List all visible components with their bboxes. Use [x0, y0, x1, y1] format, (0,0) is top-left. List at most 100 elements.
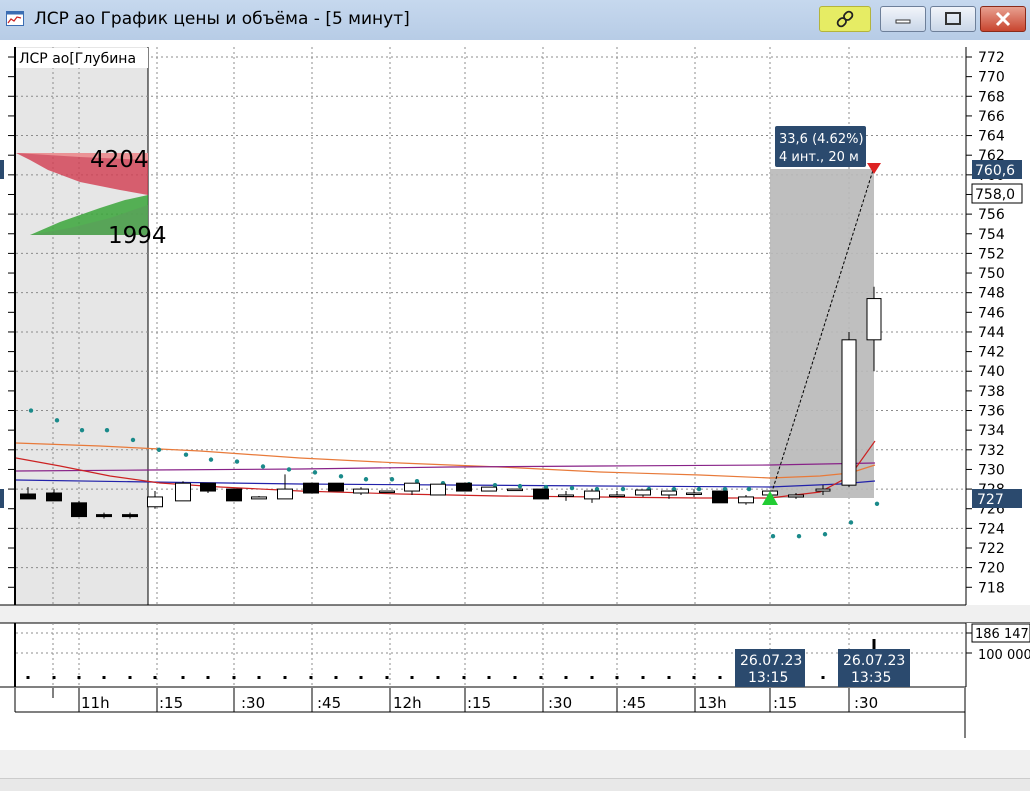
volume-bar: [821, 676, 825, 679]
sar-dot: [389, 477, 395, 482]
left-level-marker: [0, 489, 4, 508]
candle-up: [507, 488, 523, 492]
candle-up: [353, 488, 369, 494]
price-tick-label: 756: [978, 207, 1005, 223]
candle-up: [481, 486, 497, 492]
time-tick-label: 12h: [393, 694, 422, 712]
panel-splitter[interactable]: [0, 605, 1030, 623]
candle-down: [303, 482, 319, 494]
time-tick-label: :30: [548, 694, 572, 712]
price-tick-label: 766: [978, 109, 1005, 125]
volume-bar: [436, 676, 440, 679]
price-tick-label: 720: [978, 561, 1005, 577]
volume-bar: [26, 676, 30, 679]
crosshair-tag-1-time: 13:15: [748, 670, 788, 686]
sar-dot: [517, 483, 523, 489]
volume-mid-label: 100 000: [978, 648, 1030, 663]
candle-up: [147, 496, 163, 508]
volume-bar: [153, 676, 157, 679]
price-tick-label: 770: [978, 70, 1005, 86]
chart-canvas[interactable]: 4204 1994 ЛСР ао[Глубина 33,6 (4.62%) 4 …: [0, 40, 1030, 750]
volume-bar: [641, 676, 645, 679]
bid-volume-label: 1994: [108, 223, 167, 249]
volume-bar: [539, 676, 543, 679]
volume-bar: [718, 676, 722, 679]
price-tick-label: 730: [978, 462, 1005, 478]
price-tick-label: 734: [978, 423, 1005, 439]
candle-up: [609, 494, 625, 497]
candle-up: [788, 494, 804, 498]
time-tick-label: :15: [159, 694, 183, 712]
sar-dot: [770, 534, 776, 539]
price-tick-label: 738: [978, 384, 1005, 400]
sar-dot: [28, 408, 34, 413]
candle-up: [404, 482, 420, 492]
title-bar[interactable]: ЛСР ао График цены и объёма - [5 минут]: [0, 0, 1030, 40]
price-tick-label: 742: [978, 345, 1005, 361]
price-tick-label: 724: [978, 521, 1005, 537]
time-tick-label: :45: [622, 694, 646, 712]
crosshair-tag-2-time: 13:35: [851, 670, 891, 686]
candle-up: [584, 490, 600, 500]
candle-down: [200, 482, 216, 492]
volume-bar: [615, 676, 619, 679]
sar-dot: [130, 437, 136, 443]
volume-bar: [52, 676, 56, 679]
sar-dot: [79, 427, 85, 433]
candle-up: [558, 494, 574, 497]
volume-bar: [410, 676, 414, 679]
candle-down: [533, 488, 549, 500]
sar-dot: [746, 486, 752, 492]
sar-dot: [208, 457, 214, 462]
ask-volume-label: 4204: [90, 147, 149, 173]
volume-bar: [102, 676, 106, 679]
maximize-button[interactable]: [930, 6, 976, 32]
time-tick-label: :30: [854, 694, 878, 712]
candle-up: [738, 496, 754, 504]
sar-dot: [104, 427, 110, 433]
candle-down: [20, 493, 36, 500]
candle-up: [379, 490, 395, 494]
volume-bar: [590, 676, 594, 679]
volume-bar: [206, 676, 210, 679]
depth-panel: [16, 47, 148, 605]
sar-dot: [312, 470, 318, 475]
volume-bar: [359, 676, 363, 679]
maximize-icon: [945, 12, 961, 25]
link-button[interactable]: [819, 6, 871, 32]
price-tick-label: 748: [978, 286, 1005, 302]
volume-bar: [692, 676, 696, 679]
crosshair-tag-2: 26.07.23 13:35: [838, 649, 910, 687]
minimize-button[interactable]: [880, 6, 926, 32]
sar-dot: [286, 467, 292, 472]
measure-label-line2: 4 инт., 20 м: [779, 150, 859, 165]
volume-bar: [181, 676, 185, 679]
candle-down: [328, 482, 344, 492]
depth-label: ЛСР ао[Глубина: [19, 51, 136, 67]
volume-max-label: 186 147: [975, 627, 1029, 642]
candle-up: [661, 490, 677, 496]
chart-window[interactable]: 4204 1994 ЛСР ао[Глубина 33,6 (4.62%) 4 …: [0, 40, 1030, 791]
sar-dot: [796, 534, 802, 539]
time-tick-label: :15: [773, 694, 797, 712]
sar-dot: [260, 464, 266, 469]
sar-dot: [569, 485, 575, 491]
price-tick-label: 754: [978, 227, 1005, 243]
sar-dot: [234, 459, 240, 464]
candle-up: [430, 483, 446, 496]
candle-down: [46, 492, 62, 502]
crosshair-tag-1-date: 26.07.23: [740, 653, 802, 669]
price-tick-label: 718: [978, 580, 1005, 596]
volume-bar: [564, 676, 568, 679]
candle-down: [456, 482, 472, 492]
sar-dot: [620, 486, 626, 492]
candle-up: [635, 489, 651, 496]
time-tick-label: :30: [241, 694, 265, 712]
sar-dot: [156, 447, 162, 452]
horizontal-scrollbar[interactable]: [0, 778, 1030, 791]
close-button[interactable]: [980, 6, 1026, 32]
volume-bar: [257, 676, 261, 679]
close-icon: [995, 11, 1011, 27]
minimize-icon: [895, 19, 911, 24]
candle-down: [71, 502, 87, 518]
